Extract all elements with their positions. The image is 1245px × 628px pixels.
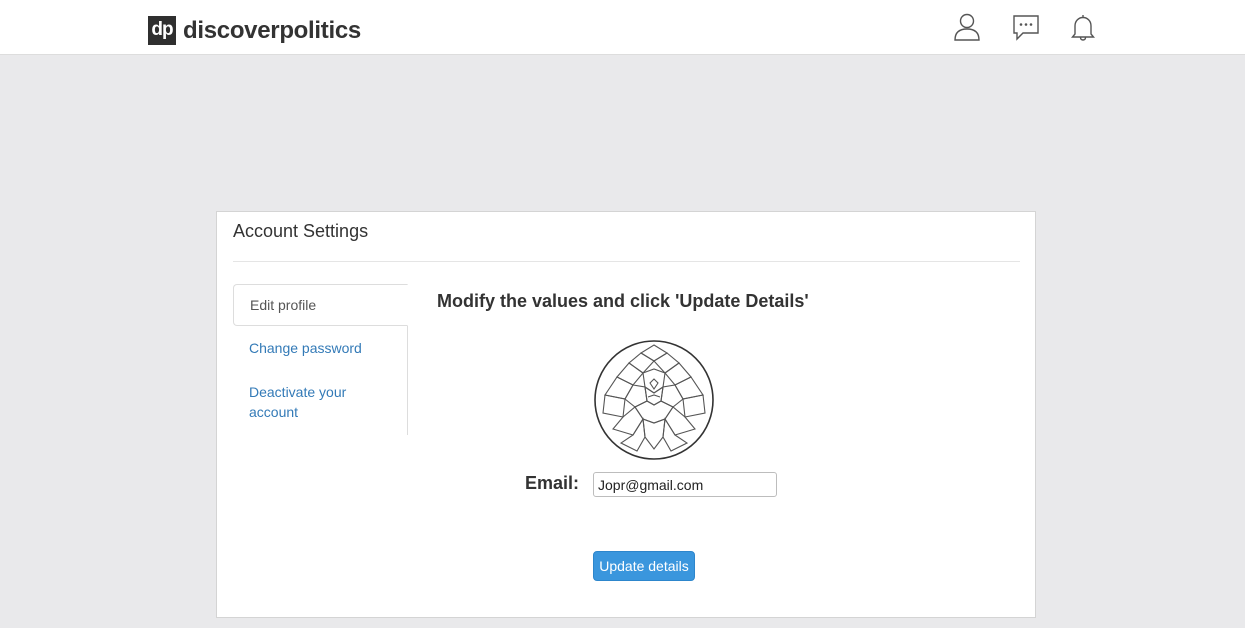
chat-icon[interactable]	[1011, 12, 1041, 42]
user-icon[interactable]	[952, 12, 982, 42]
update-details-button[interactable]: Update details	[593, 551, 695, 581]
account-settings-card: Account Settings Edit profile Change pas…	[216, 211, 1036, 618]
title-divider	[233, 261, 1020, 262]
site-logo[interactable]: dp discoverpolitics	[148, 15, 361, 45]
sidebar-item-change-password[interactable]: Change password	[233, 328, 407, 368]
top-navigation-bar: dp discoverpolitics	[0, 0, 1245, 55]
logo-badge: dp	[148, 15, 176, 45]
form-instructions: Modify the values and click 'Update Deta…	[437, 291, 809, 311]
bell-icon[interactable]	[1068, 12, 1098, 42]
page-title: Account Settings	[233, 221, 369, 241]
settings-sidebar: Edit profile Change password Deactivate …	[233, 284, 408, 435]
profile-avatar	[593, 339, 715, 461]
sidebar-item-edit-profile[interactable]: Edit profile	[233, 284, 408, 326]
email-label: Email:	[525, 473, 580, 493]
logo-text: discoverpolitics	[183, 16, 361, 44]
email-field[interactable]	[593, 472, 777, 497]
sidebar-item-deactivate-account[interactable]: Deactivate your account	[233, 372, 407, 432]
